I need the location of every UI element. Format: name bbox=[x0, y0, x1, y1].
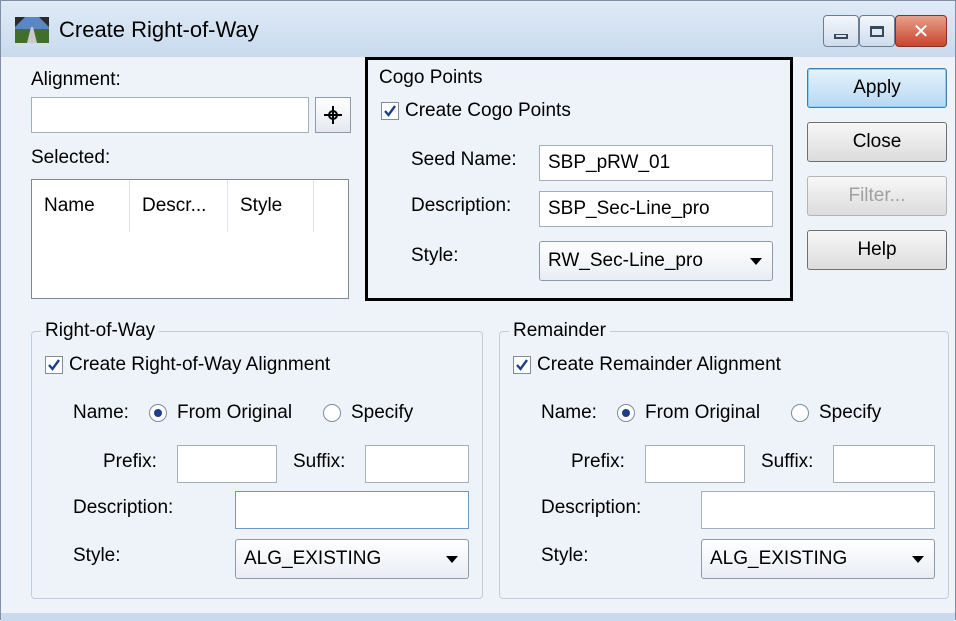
chevron-down-icon bbox=[912, 556, 924, 563]
row-from-original-radio[interactable] bbox=[149, 404, 167, 422]
remainder-from-original-label: From Original bbox=[645, 402, 761, 423]
checkmark-icon bbox=[516, 359, 528, 371]
checkmark-icon bbox=[48, 359, 60, 371]
pick-alignment-button[interactable] bbox=[315, 97, 351, 133]
minimize-button[interactable] bbox=[823, 15, 859, 47]
alignment-label: Alignment: bbox=[31, 69, 121, 90]
remainder-description-input[interactable] bbox=[701, 491, 935, 529]
row-prefix-input[interactable] bbox=[177, 445, 277, 483]
column-header-style[interactable]: Style bbox=[228, 180, 314, 232]
close-button[interactable]: Close bbox=[807, 122, 947, 162]
column-header-name[interactable]: Name bbox=[32, 180, 130, 232]
column-header-description[interactable]: Descr... bbox=[130, 180, 228, 232]
checkmark-icon bbox=[384, 105, 396, 117]
create-right-of-way-alignment-checkbox[interactable] bbox=[45, 356, 63, 374]
row-specify-radio[interactable] bbox=[323, 404, 341, 422]
row-description-input[interactable] bbox=[235, 491, 469, 529]
remainder-prefix-input[interactable] bbox=[645, 445, 745, 483]
create-remainder-alignment-checkbox[interactable] bbox=[513, 356, 531, 374]
remainder-style-value: ALG_EXISTING bbox=[710, 548, 848, 569]
close-icon: ✕ bbox=[912, 19, 930, 43]
row-prefix-label: Prefix: bbox=[103, 451, 157, 472]
filter-button[interactable]: Filter... bbox=[807, 176, 947, 216]
crosshair-icon bbox=[324, 106, 342, 124]
cogo-description-input[interactable]: SBP_Sec-Line_pro bbox=[539, 191, 773, 227]
create-remainder-alignment-label: Create Remainder Alignment bbox=[537, 354, 781, 375]
seed-name-input[interactable]: SBP_pRW_01 bbox=[539, 145, 773, 181]
remainder-style-label: Style: bbox=[541, 545, 589, 566]
row-style-label: Style: bbox=[73, 545, 121, 566]
remainder-prefix-label: Prefix: bbox=[571, 451, 625, 472]
cogo-description-label: Description: bbox=[411, 195, 512, 216]
create-right-of-way-dialog: Create Right-of-Way ✕ Alignment: Selecte… bbox=[0, 0, 956, 621]
remainder-style-select[interactable]: ALG_EXISTING bbox=[701, 539, 935, 579]
cogo-style-value: RW_Sec-Line_pro bbox=[548, 250, 703, 271]
remainder-suffix-input[interactable] bbox=[833, 445, 935, 483]
row-description-label: Description: bbox=[73, 497, 174, 518]
create-right-of-way-alignment-label: Create Right-of-Way Alignment bbox=[69, 354, 331, 375]
help-button[interactable]: Help bbox=[807, 230, 947, 270]
remainder-from-original-radio[interactable] bbox=[617, 404, 635, 422]
maximize-button[interactable] bbox=[859, 15, 895, 47]
cogo-style-label: Style: bbox=[411, 245, 459, 266]
apply-button[interactable]: Apply bbox=[807, 68, 947, 108]
row-style-value: ALG_EXISTING bbox=[244, 548, 382, 569]
selected-list[interactable]: Name Descr... Style bbox=[31, 179, 349, 299]
selected-list-header: Name Descr... Style bbox=[32, 180, 348, 232]
remainder-description-label: Description: bbox=[541, 497, 642, 518]
cogo-style-select[interactable]: RW_Sec-Line_pro bbox=[539, 241, 773, 281]
chevron-down-icon bbox=[750, 258, 762, 265]
row-specify-label: Specify bbox=[351, 402, 414, 423]
row-from-original-label: From Original bbox=[177, 402, 293, 423]
create-cogo-points-checkbox[interactable] bbox=[381, 102, 399, 120]
create-cogo-points-label: Create Cogo Points bbox=[405, 100, 571, 121]
remainder-suffix-label: Suffix: bbox=[761, 451, 814, 472]
right-of-way-group-title: Right-of-Way bbox=[41, 320, 160, 342]
row-suffix-input[interactable] bbox=[365, 445, 469, 483]
row-suffix-label: Suffix: bbox=[293, 451, 346, 472]
alignment-input[interactable] bbox=[31, 97, 309, 133]
remainder-group-title: Remainder bbox=[509, 320, 610, 342]
row-name-label: Name: bbox=[73, 402, 129, 423]
maximize-icon bbox=[870, 25, 884, 37]
remainder-name-label: Name: bbox=[541, 402, 597, 423]
cogo-points-group-title: Cogo Points bbox=[379, 67, 483, 88]
app-road-icon bbox=[15, 17, 49, 43]
close-window-button[interactable]: ✕ bbox=[895, 15, 947, 47]
chevron-down-icon bbox=[446, 556, 458, 563]
window-title: Create Right-of-Way bbox=[59, 17, 259, 42]
selected-label: Selected: bbox=[31, 147, 111, 168]
seed-name-label: Seed Name: bbox=[411, 149, 517, 170]
remainder-specify-radio[interactable] bbox=[791, 404, 809, 422]
row-style-select[interactable]: ALG_EXISTING bbox=[235, 539, 469, 579]
title-bar[interactable]: Create Right-of-Way ✕ bbox=[1, 1, 955, 57]
remainder-specify-label: Specify bbox=[819, 402, 882, 423]
minimize-icon bbox=[834, 33, 848, 39]
